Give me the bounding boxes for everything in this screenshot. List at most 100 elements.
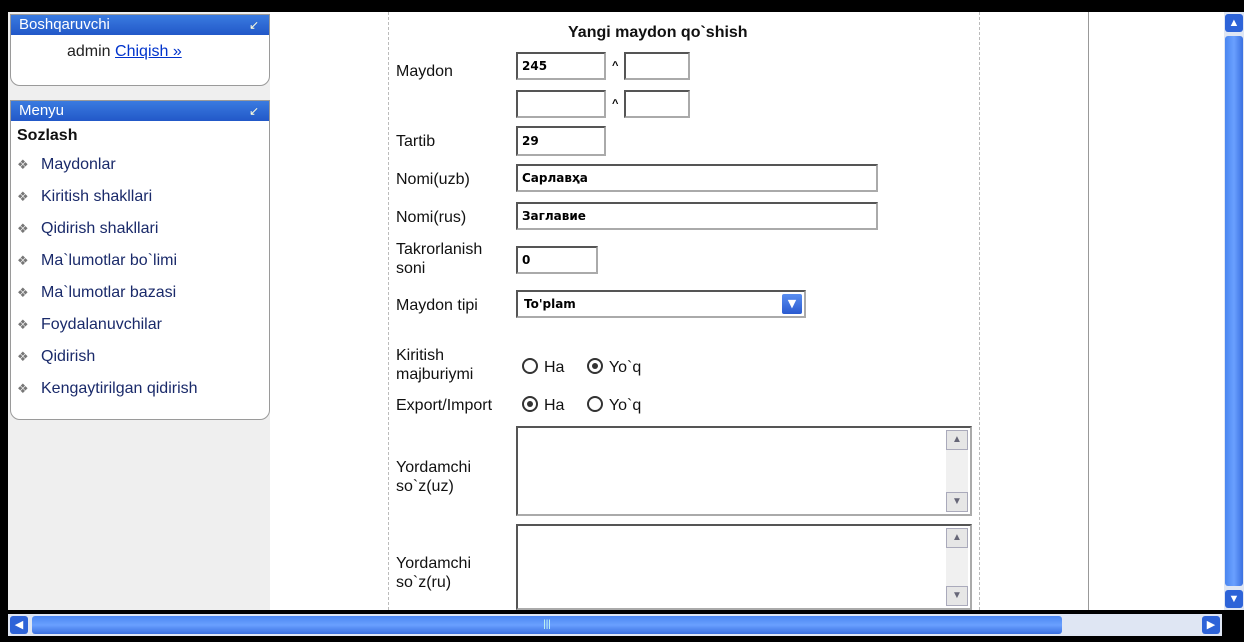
column-divider (979, 12, 980, 610)
yordamchi-ru-line2: so`z(ru) (396, 574, 452, 591)
export-radio-yoq[interactable]: Yo`q (586, 396, 642, 414)
maydon-input-3[interactable] (516, 90, 606, 118)
page-title: Yangi maydon qo`shish (568, 24, 748, 41)
kiritish-radio-ha[interactable]: Ha (522, 358, 564, 376)
menu-panel: Menyu ↙ Sozlash ❖ Maydonlar ❖ Kiritish sha… (10, 100, 270, 420)
menu-item-icon: ❖ (17, 349, 29, 364)
menu-item-icon: ❖ (17, 317, 29, 332)
radio-icon (586, 396, 603, 412)
admin-panel-header[interactable]: Boshqaruvchi ↙ (11, 15, 269, 35)
takrorlanish-label: Takrorlanish soni (396, 240, 482, 278)
menu-item-kiritish-shakllari[interactable]: ❖ Kiritish shakllari (17, 181, 269, 213)
scroll-up-icon[interactable]: ▲ (1225, 14, 1243, 32)
nomi-uzb-input[interactable]: Сарлавҳа (516, 164, 878, 192)
window-left-border (0, 12, 8, 610)
takrorlanish-label-line1: Takrorlanish (396, 241, 483, 258)
radio-label: Yo`q (608, 397, 642, 414)
horizontal-scrollbar[interactable]: ◀ ||| ▶ (8, 614, 1222, 636)
username: admin (67, 43, 111, 60)
scroll-down-icon[interactable]: ▼ (1225, 590, 1243, 608)
horizontal-scrollbar-area: ◀ ||| ▶ (0, 610, 1244, 642)
admin-panel-title: Boshqaruvchi (19, 16, 110, 33)
column-divider (1088, 12, 1089, 610)
scroll-down-icon[interactable]: ▼ (946, 586, 968, 606)
dropdown-arrow-icon[interactable]: ▼ (782, 294, 802, 314)
yordamchi-ru-textarea[interactable]: ▲ ▼ (516, 524, 972, 610)
tartib-input[interactable]: 29 (516, 126, 606, 156)
admin-panel: Boshqaruvchi ↙ admin Chiqish » (10, 14, 270, 86)
yordamchi-uz-textarea[interactable]: ▲ ▼ (516, 426, 972, 516)
logout-link[interactable]: Chiqish » (115, 43, 182, 60)
nomi-uzb-label: Nomi(uzb) (396, 171, 470, 188)
takrorlanish-input[interactable]: 0 (516, 246, 598, 274)
menu-item-label: Ma`lumotlar bazasi (41, 284, 177, 301)
kiritish-radio-yoq[interactable]: Yo`q (586, 358, 642, 376)
yordamchi-uz-line2: so`z(uz) (396, 478, 454, 495)
scroll-up-icon[interactable]: ▲ (946, 430, 968, 450)
kiritish-label-line1: Kiritish (396, 347, 445, 364)
textarea-scrollbar[interactable]: ▲ ▼ (946, 528, 968, 606)
maydon-tipi-label: Maydon tipi (396, 297, 478, 314)
vertical-scroll-thumb[interactable] (1225, 36, 1243, 586)
maydon-tipi-select[interactable]: To'plam ▼ (516, 290, 806, 318)
window-top-border (0, 0, 1244, 12)
menu-item-kengaytirilgan-qidirish[interactable]: ❖ Kengaytirilgan qidirish (17, 373, 269, 405)
radio-selected-icon (586, 358, 603, 374)
scroll-down-icon[interactable]: ▼ (946, 492, 968, 512)
yordamchi-uz-label: Yordamchi so`z(uz) (396, 458, 471, 496)
menu-item-foydalanuvchilar[interactable]: ❖ Foydalanuvchilar (17, 309, 269, 341)
menu-item-label: Kiritish shakllari (41, 188, 153, 205)
radio-label: Yo`q (608, 359, 642, 376)
takrorlanish-label-line2: soni (396, 260, 426, 277)
menu-item-qidirish-shakllari[interactable]: ❖ Qidirish shakllari (17, 213, 269, 245)
scroll-left-icon[interactable]: ◀ (10, 616, 28, 634)
menu-item-icon: ❖ (17, 157, 29, 172)
menu-item-label: Ma`lumotlar bo`limi (41, 252, 178, 269)
menu-item-icon: ❖ (17, 381, 29, 396)
collapse-arrow-icon[interactable]: ↙ (249, 15, 259, 35)
yordamchi-uz-line1: Yordamchi (396, 459, 472, 476)
kiritish-majburiymi-label: Kiritish majburiymi (396, 346, 473, 384)
collapse-arrow-icon[interactable]: ↙ (249, 101, 259, 121)
kiritish-label-line2: majburiymi (396, 366, 474, 383)
menu-item-icon: ❖ (17, 285, 29, 300)
maydon-input-1[interactable]: 245 (516, 52, 606, 80)
caret-symbol: ^ (612, 98, 619, 110)
nomi-rus-label: Nomi(rus) (396, 209, 467, 226)
menu-item-label: Maydonlar (41, 156, 116, 173)
vertical-scrollbar[interactable]: ▲ ▼ (1224, 12, 1244, 610)
yordamchi-ru-line1: Yordamchi (396, 555, 472, 572)
export-radio-ha[interactable]: Ha (522, 396, 565, 414)
kiritish-radio-group: Ha Yo`q (522, 358, 641, 377)
user-info: admin Chiqish » (11, 35, 269, 61)
menu-panel-header[interactable]: Menyu ↙ (11, 101, 269, 121)
tartib-label: Tartib (396, 133, 436, 150)
menu-item-malumotlar-bazasi[interactable]: ❖ Ma`lumotlar bazasi (17, 277, 269, 309)
menu-panel-title: Menyu (19, 102, 65, 119)
menu-item-malumotlar-bolimi[interactable]: ❖ Ma`lumotlar bo`limi (17, 245, 269, 277)
app-window: Boshqaruvchi ↙ admin Chiqish » Menyu ↙ S… (0, 0, 1244, 642)
maydon-input-4[interactable] (624, 90, 690, 118)
export-import-label: Export/Import (396, 397, 493, 414)
radio-selected-icon (522, 396, 538, 412)
scroll-right-icon[interactable]: ▶ (1202, 616, 1220, 634)
nomi-rus-input[interactable]: Заглавие (516, 202, 878, 230)
export-radio-group: Ha Yo`q (522, 396, 641, 415)
menu-item-icon: ❖ (17, 189, 29, 204)
textarea-scrollbar[interactable]: ▲ ▼ (946, 430, 968, 512)
radio-icon (522, 358, 538, 374)
caret-symbol: ^ (612, 60, 619, 72)
menu-item-qidirish[interactable]: ❖ Qidirish (17, 341, 269, 373)
menu-item-label: Kengaytirilgan qidirish (41, 380, 198, 397)
scroll-up-icon[interactable]: ▲ (946, 528, 968, 548)
maydon-tipi-value: To'plam (524, 297, 576, 311)
maydon-label: Maydon (396, 63, 453, 80)
horizontal-scroll-thumb[interactable]: ||| (32, 616, 1062, 634)
menu-item-icon: ❖ (17, 221, 29, 236)
menu-item-label: Qidirish shakllari (41, 220, 159, 237)
yordamchi-ru-label: Yordamchi so`z(ru) (396, 554, 471, 592)
menu-item-label: Qidirish (41, 348, 96, 365)
menu-item-maydonlar[interactable]: ❖ Maydonlar (17, 149, 269, 181)
radio-label: Ha (544, 397, 565, 414)
maydon-input-2[interactable] (624, 52, 690, 80)
